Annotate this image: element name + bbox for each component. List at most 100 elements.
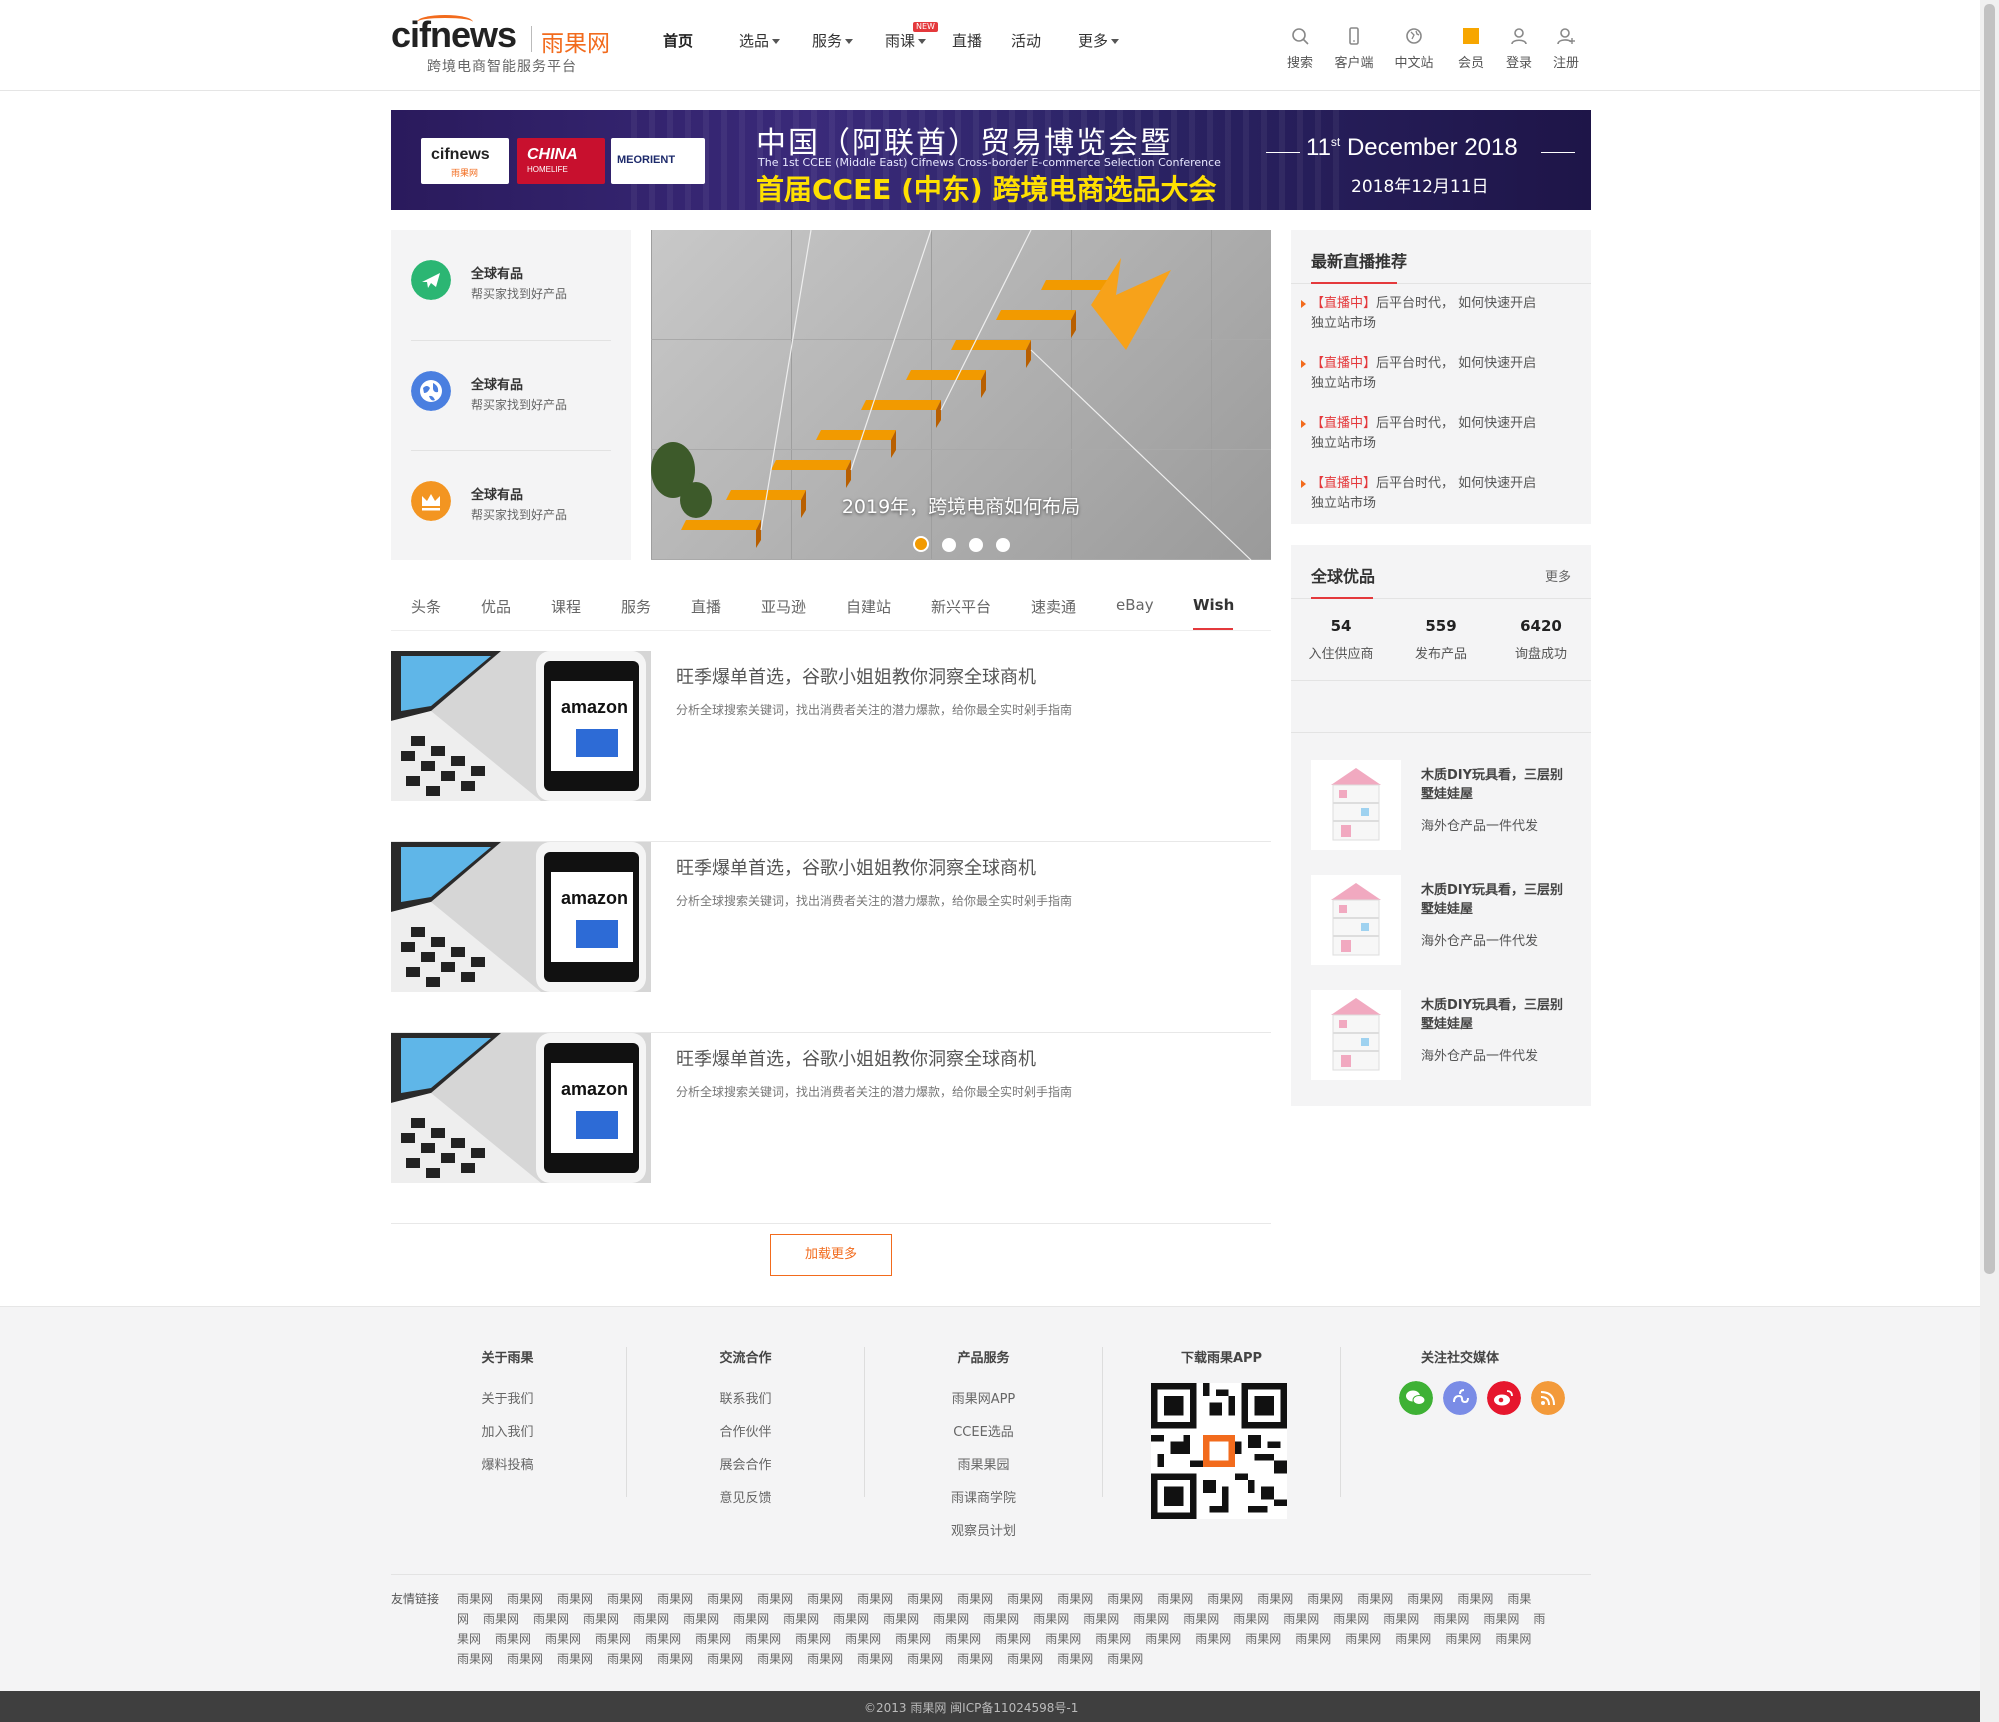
feature-item[interactable]: 全球有品 帮买家找到好产品 xyxy=(411,450,611,560)
friend-link[interactable]: 雨果网 xyxy=(583,1612,619,1626)
product-title[interactable]: 木质DIY玩具看，三层别墅娃娃屋 xyxy=(1421,766,1571,804)
friend-link[interactable]: 雨果网 xyxy=(607,1592,643,1606)
friend-link[interactable]: 雨果网 xyxy=(1183,1612,1219,1626)
friend-link[interactable]: 雨果网 xyxy=(1407,1592,1443,1606)
live-item[interactable]: 【直播中】后平台时代， 如何快速开启 独立站市场 xyxy=(1301,474,1571,514)
friend-link[interactable]: 雨果网 xyxy=(533,1612,569,1626)
nav-more[interactable]: 更多 xyxy=(1078,30,1120,51)
nav-services[interactable]: 服务 xyxy=(812,30,854,51)
friend-link[interactable]: 雨果网 xyxy=(1283,1612,1319,1626)
footer-link[interactable]: 联系我们 xyxy=(627,1388,864,1407)
search-button[interactable]: 搜索 xyxy=(1270,26,1330,71)
friend-link[interactable]: 雨果网 xyxy=(933,1612,969,1626)
nav-courses[interactable]: 雨课 NEW xyxy=(885,22,938,51)
product-title[interactable]: 木质DIY玩具看，三层别墅娃娃屋 xyxy=(1421,996,1571,1034)
tab-live[interactable]: 直播 xyxy=(691,596,721,617)
tab-courses[interactable]: 课程 xyxy=(551,596,581,617)
friend-link[interactable]: 雨果网 xyxy=(1345,1632,1381,1646)
register-button[interactable]: 注册 xyxy=(1536,26,1596,71)
friend-link[interactable]: 雨果网 xyxy=(1245,1632,1281,1646)
friend-link[interactable]: 雨果网 xyxy=(957,1652,993,1666)
friend-link[interactable]: 雨果网 xyxy=(957,1592,993,1606)
friend-link[interactable]: 雨果网 xyxy=(657,1592,693,1606)
tab-wish[interactable]: Wish xyxy=(1193,596,1234,614)
site-logo[interactable]: cifnews 雨果网 跨境电商智能服务平台 xyxy=(391,14,621,76)
friend-link[interactable]: 雨果网 xyxy=(845,1632,881,1646)
chinese-site-button[interactable]: 中文站 xyxy=(1384,26,1444,71)
friend-link[interactable]: 雨果网 xyxy=(707,1652,743,1666)
friend-link[interactable]: 雨果网 xyxy=(633,1612,669,1626)
live-item[interactable]: 【直播中】后平台时代， 如何快速开启 独立站市场 xyxy=(1301,294,1571,334)
hero-carousel[interactable]: 2019年，跨境电商如何布局 xyxy=(651,230,1271,560)
feature-item[interactable]: 全球有品 帮买家找到好产品 xyxy=(411,340,611,450)
friend-link[interactable]: 雨果网 xyxy=(857,1652,893,1666)
friend-link[interactable]: 雨果网 xyxy=(1057,1592,1093,1606)
footer-link[interactable]: 展会合作 xyxy=(627,1454,864,1473)
footer-link[interactable]: 雨果网APP xyxy=(865,1388,1102,1407)
scrollbar-thumb[interactable] xyxy=(1984,4,1995,1274)
event-banner[interactable]: cifnews 雨果网 CHINA HOMELIFE MEORIENT 中国（阿… xyxy=(391,110,1591,210)
friend-link[interactable]: 雨果网 xyxy=(983,1612,1019,1626)
footer-link[interactable]: 加入我们 xyxy=(389,1421,626,1440)
tab-aliexpress[interactable]: 速卖通 xyxy=(1031,596,1076,617)
friend-link[interactable]: 雨果网 xyxy=(1195,1632,1231,1646)
rss-icon[interactable] xyxy=(1531,1381,1565,1415)
friend-link[interactable]: 雨果网 xyxy=(507,1592,543,1606)
article-title[interactable]: 旺季爆单首选，谷歌小姐姐教你洞察全球商机 xyxy=(676,663,1036,689)
friend-link[interactable]: 雨果网 xyxy=(457,1652,493,1666)
friend-link[interactable]: 雨果网 xyxy=(945,1632,981,1646)
tab-services[interactable]: 服务 xyxy=(621,596,651,617)
nav-live[interactable]: 直播 xyxy=(952,30,982,51)
miniprogram-icon[interactable] xyxy=(1443,1381,1477,1415)
tab-amazon[interactable]: 亚马逊 xyxy=(761,596,806,617)
tab-independent-site[interactable]: 自建站 xyxy=(846,596,891,617)
product-item[interactable]: 木质DIY玩具看，三层别墅娃娃屋 海外仓产品一件代发 xyxy=(1311,875,1581,965)
client-app-button[interactable]: 客户端 xyxy=(1324,26,1384,71)
friend-link[interactable]: 雨果网 xyxy=(1107,1652,1143,1666)
friend-link[interactable]: 雨果网 xyxy=(657,1652,693,1666)
friend-link[interactable]: 雨果网 xyxy=(907,1592,943,1606)
footer-link[interactable]: 意见反馈 xyxy=(627,1487,864,1506)
friend-link[interactable]: 雨果网 xyxy=(1383,1612,1419,1626)
article-title[interactable]: 旺季爆单首选，谷歌小姐姐教你洞察全球商机 xyxy=(676,1045,1036,1071)
nav-selection[interactable]: 选品 xyxy=(739,30,781,51)
friend-link[interactable]: 雨果网 xyxy=(1207,1592,1243,1606)
friend-link[interactable]: 雨果网 xyxy=(507,1652,543,1666)
friend-link[interactable]: 雨果网 xyxy=(1333,1612,1369,1626)
friend-link[interactable]: 雨果网 xyxy=(595,1632,631,1646)
friend-link[interactable]: 雨果网 xyxy=(1133,1612,1169,1626)
carousel-dot-3[interactable] xyxy=(969,538,983,552)
friend-link[interactable]: 雨果网 xyxy=(557,1652,593,1666)
footer-link[interactable]: 雨果果园 xyxy=(865,1454,1102,1473)
friend-link[interactable]: 雨果网 xyxy=(557,1592,593,1606)
footer-link[interactable]: 合作伙伴 xyxy=(627,1421,864,1440)
friend-link[interactable]: 雨果网 xyxy=(495,1632,531,1646)
friend-link[interactable]: 雨果网 xyxy=(1107,1592,1143,1606)
article-item[interactable]: amazon 旺季爆单首选，谷歌小姐姐教你洞察全球商机 分析全球搜索关键词，找出… xyxy=(391,842,1271,1033)
friend-link[interactable]: 雨果网 xyxy=(1145,1632,1181,1646)
footer-link[interactable]: 爆料投稿 xyxy=(389,1454,626,1473)
friend-link[interactable]: 雨果网 xyxy=(1007,1592,1043,1606)
article-item[interactable]: amazon 旺季爆单首选，谷歌小姐姐教你洞察全球商机 分析全球搜索关键词，找出… xyxy=(391,1033,1271,1224)
friend-link[interactable]: 雨果网 xyxy=(483,1612,519,1626)
friend-link[interactable]: 雨果网 xyxy=(1457,1592,1493,1606)
friend-link[interactable]: 雨果网 xyxy=(807,1592,843,1606)
product-item[interactable]: 木质DIY玩具看，三层别墅娃娃屋 海外仓产品一件代发 xyxy=(1311,990,1581,1080)
friend-link[interactable]: 雨果网 xyxy=(1257,1592,1293,1606)
products-more-link[interactable]: 更多 xyxy=(1545,566,1571,585)
product-title[interactable]: 木质DIY玩具看，三层别墅娃娃屋 xyxy=(1421,881,1571,919)
friend-link[interactable]: 雨果网 xyxy=(907,1652,943,1666)
friend-link[interactable]: 雨果网 xyxy=(757,1652,793,1666)
tab-products[interactable]: 优品 xyxy=(481,596,511,617)
friend-link[interactable]: 雨果网 xyxy=(1057,1652,1093,1666)
friend-link[interactable]: 雨果网 xyxy=(757,1592,793,1606)
tab-ebay[interactable]: eBay xyxy=(1116,596,1154,614)
friend-link[interactable]: 雨果网 xyxy=(1433,1612,1469,1626)
friend-link[interactable]: 雨果网 xyxy=(883,1612,919,1626)
live-item[interactable]: 【直播中】后平台时代， 如何快速开启 独立站市场 xyxy=(1301,414,1571,454)
friend-link[interactable]: 雨果网 xyxy=(1095,1632,1131,1646)
friend-link[interactable]: 雨果网 xyxy=(545,1632,581,1646)
footer-link[interactable]: 观察员计划 xyxy=(865,1520,1102,1539)
friend-link[interactable]: 雨果网 xyxy=(695,1632,731,1646)
friend-link[interactable]: 雨果网 xyxy=(857,1592,893,1606)
